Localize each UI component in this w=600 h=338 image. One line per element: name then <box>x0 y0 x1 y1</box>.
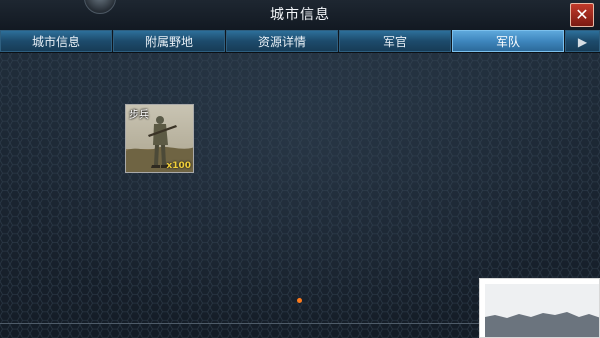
tab-bar: 城市信息 附属野地 资源详情 军官 军队 ▶ <box>0 30 600 53</box>
tab-resource-details[interactable]: 资源详情 <box>226 30 338 52</box>
minimap[interactable] <box>479 278 600 338</box>
unit-name-label: 步兵 <box>129 110 149 121</box>
tab-city-info[interactable]: 城市信息 <box>0 30 112 52</box>
tabs-next-arrow-icon[interactable]: ▶ <box>565 30 600 52</box>
unit-count-label: x100 <box>166 161 191 171</box>
title-bar: 城市信息 ✕ <box>0 0 600 31</box>
tab-army[interactable]: 军队 <box>452 30 564 52</box>
tab-officers[interactable]: 军官 <box>339 30 451 52</box>
minimap-terrain <box>485 284 599 337</box>
tab-attached-fields[interactable]: 附属野地 <box>113 30 225 52</box>
indicator-dot <box>297 298 302 303</box>
minimap-terrain-shape <box>485 284 599 337</box>
unit-card-infantry[interactable]: 步兵 x100 <box>125 104 194 173</box>
window-title: 城市信息 <box>270 7 330 23</box>
close-button[interactable]: ✕ <box>570 3 594 27</box>
